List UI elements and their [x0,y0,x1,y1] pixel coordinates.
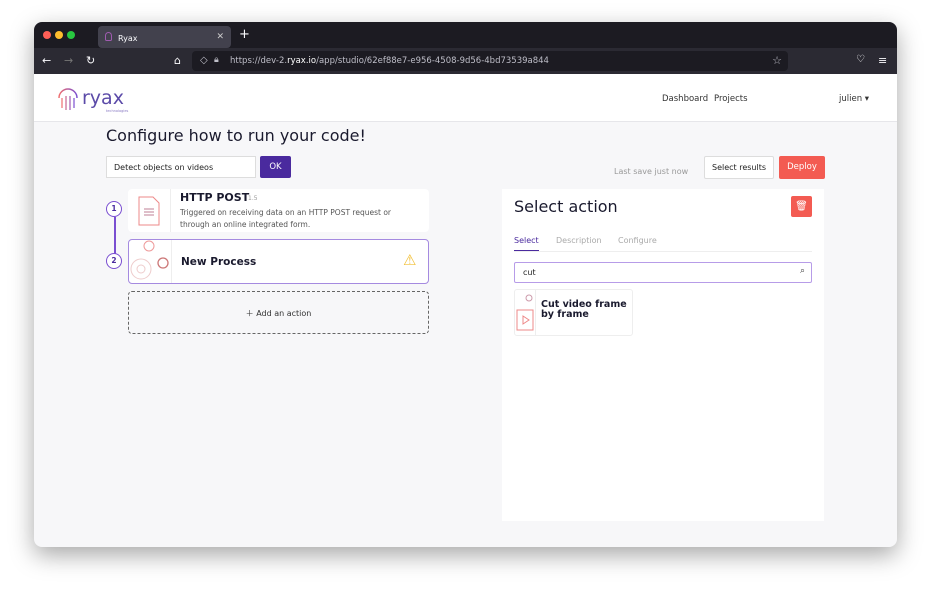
user-name: julien [839,94,863,104]
warning-icon: ⚠ [403,251,417,269]
nav-dashboard[interactable]: Dashboard [662,94,708,104]
step-connector [114,217,116,255]
url-domain: ryax.io [287,56,317,66]
caret-down-icon: ▾ [864,94,870,104]
svg-text:technologies: technologies [106,109,128,113]
app-header: ryax technologies Dashboard Projects jul… [34,74,897,122]
tab-configure[interactable]: Configure [618,236,657,245]
url-path: /app/studio/62ef88e7-e956-4508-9d56-4bd7… [316,56,549,66]
tab-select[interactable]: Select [514,236,539,251]
step-number-1: 1 [106,201,122,217]
step-description: Triggered on receiving data on an HTTP P… [180,208,391,229]
close-window-button[interactable] [43,31,51,39]
url-bar[interactable]: ◇ 🔒︎ https://dev-2.ryax.io/app/studio/62… [192,51,788,71]
nav-bar: ← → ↻ ⌂ ◇ 🔒︎ https://dev-2.ryax.io/app/s… [34,48,897,74]
browser-tab[interactable]: Ryax ✕ [98,26,231,48]
deploy-button[interactable]: Deploy [779,156,825,179]
file-icon [128,189,171,232]
add-action-button[interactable]: ＋ Add an action [128,291,429,334]
lock-icon[interactable]: 🔒︎ [214,55,219,65]
favicon-icon [105,32,112,41]
tab-title: Ryax [118,34,138,43]
step-number-2: 2 [106,253,122,269]
reload-icon[interactable]: ↻ [86,54,95,67]
maximize-window-button[interactable] [67,31,75,39]
forward-icon[interactable]: → [64,54,73,67]
pocket-icon[interactable]: ♡ [856,54,865,65]
last-save-status: Last save just now [614,167,689,176]
minimize-window-button[interactable] [55,31,63,39]
search-value: cut [523,268,536,277]
panel-title: Select action [514,197,618,216]
close-tab-icon[interactable]: ✕ [216,32,224,42]
svg-text:ryax: ryax [82,87,124,109]
step-card-new-process[interactable]: New Process ⚠ [128,239,429,284]
plus-icon: ＋ [245,309,257,318]
tab-description[interactable]: Description [556,236,602,245]
home-icon[interactable]: ⌂ [174,54,181,67]
back-icon[interactable]: ← [42,54,51,67]
tab-bar: Ryax ✕ + [34,22,897,48]
video-icon [515,290,536,335]
gears-icon [129,240,172,283]
menu-icon[interactable]: ≡ [878,54,887,67]
step-version: 1.5 [248,195,258,202]
step-card-http-post[interactable]: HTTP POST 1.5 Triggered on receiving dat… [128,189,429,232]
trash-icon: 🗑︎ [795,201,808,212]
tabs-divider [514,251,812,252]
step-name: New Process [181,256,257,268]
select-results-button[interactable]: Select results [704,156,774,179]
action-name: Cut video frame by frame [541,299,627,320]
url-prefix: https://dev-2. [230,56,288,66]
ryax-logo[interactable]: ryax technologies [56,84,136,118]
shield-icon[interactable]: ◇ [200,55,208,66]
user-menu[interactable]: julien ▾ [839,94,869,104]
step-name: HTTP POST [180,191,250,204]
ok-button[interactable]: OK [260,156,291,178]
bookmark-star-icon[interactable]: ☆ [772,54,782,67]
delete-button[interactable]: 🗑︎ [791,196,812,217]
action-search-input[interactable]: cut ⌕ [514,262,812,283]
action-result-card[interactable]: Cut video frame by frame [514,289,633,336]
workflow-name-input[interactable]: Detect objects on videos [106,156,256,178]
search-icon[interactable]: ⌕ [800,266,805,276]
page-title: Configure how to run your code! [106,126,366,145]
select-action-panel: Select action 🗑︎ Select Description Conf… [502,189,824,521]
nav-projects[interactable]: Projects [714,94,748,104]
add-action-label: Add an action [256,309,312,318]
new-tab-button[interactable]: + [239,27,250,42]
